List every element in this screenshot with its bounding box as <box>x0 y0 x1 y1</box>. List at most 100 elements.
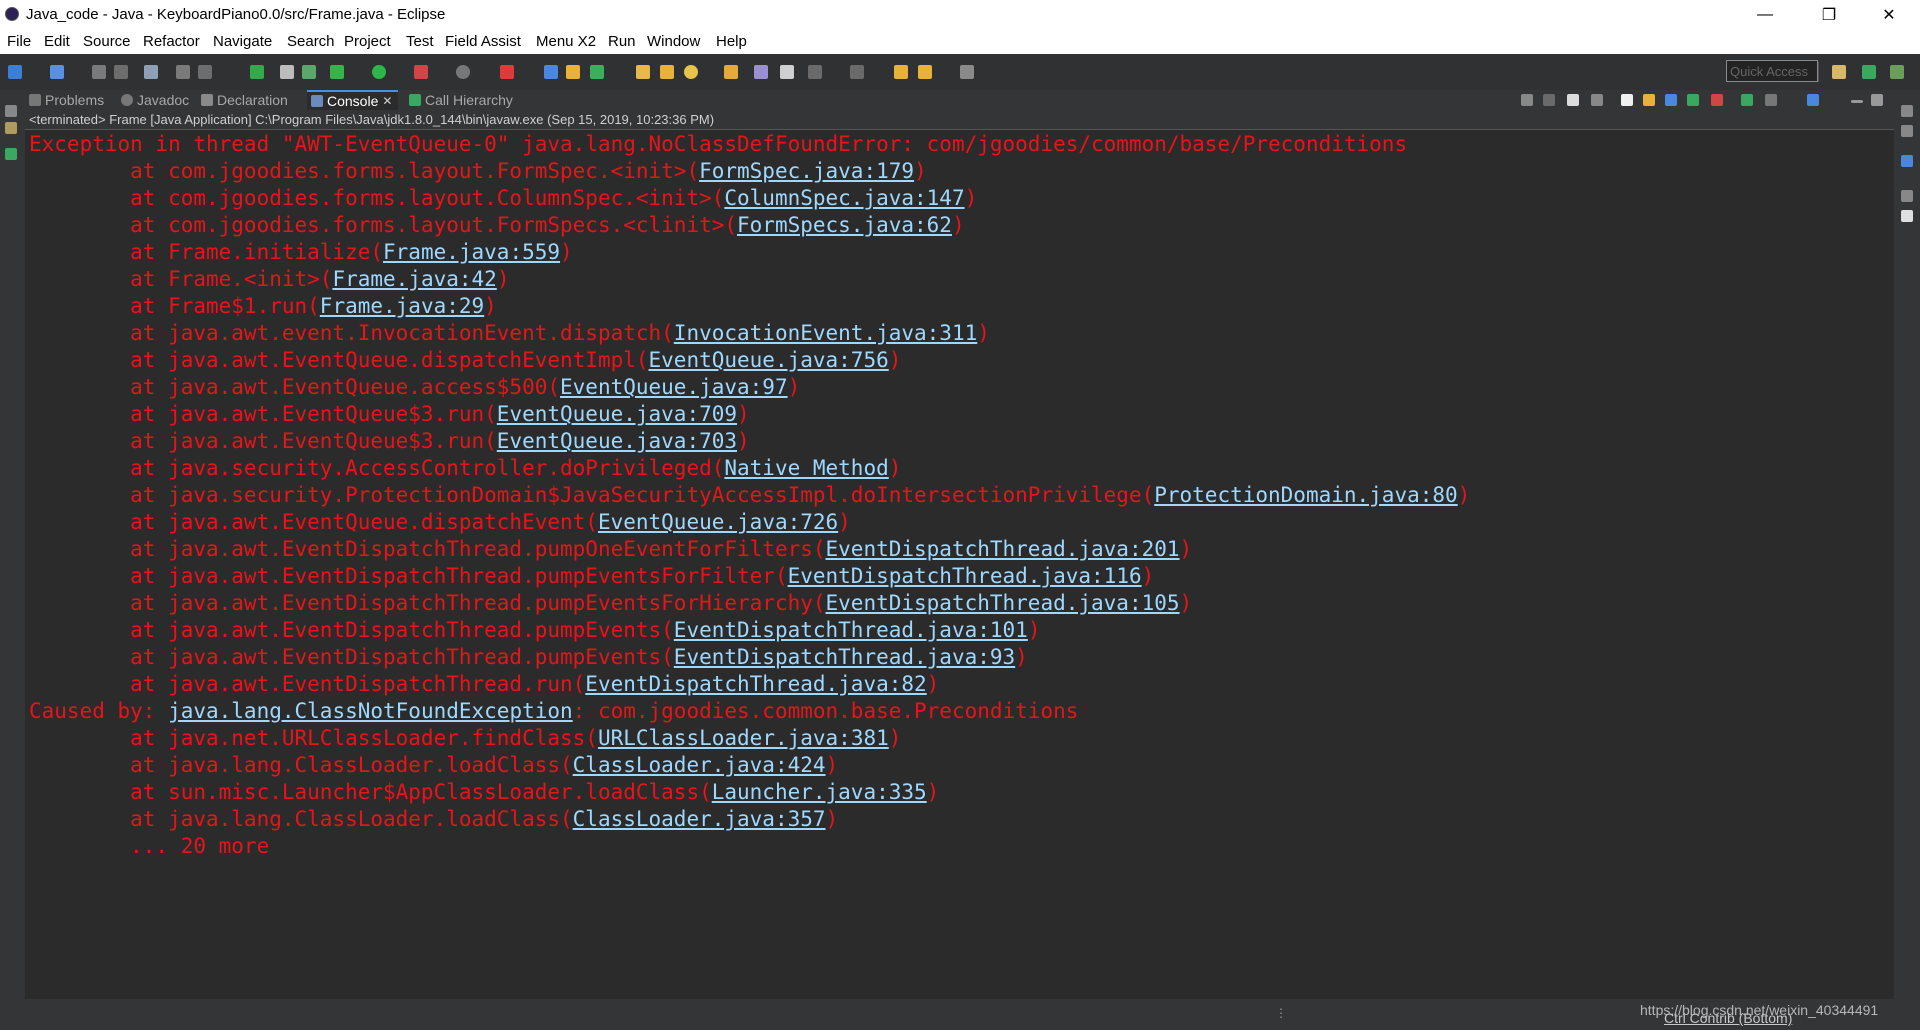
console-line-link[interactable]: EventQueue.java:726 <box>598 510 838 534</box>
toggle-block-icon[interactable] <box>780 65 794 79</box>
open-console-icon[interactable] <box>1807 94 1819 106</box>
tab-declaration[interactable]: Declaration <box>201 92 288 108</box>
last-edit-location-icon[interactable] <box>894 65 908 79</box>
console-line-link[interactable]: Frame.java:42 <box>332 267 496 291</box>
outline-icon[interactable] <box>5 148 17 160</box>
forward-arrow-icon[interactable] <box>960 65 974 79</box>
console-line-link[interactable]: Native Method <box>724 456 888 480</box>
coverage-icon[interactable] <box>414 65 428 79</box>
package-explorer-icon[interactable] <box>5 122 17 134</box>
scroll-lock-icon[interactable] <box>1643 94 1655 106</box>
annotation-icon[interactable] <box>754 65 768 79</box>
restore-second-icon[interactable] <box>1901 190 1913 202</box>
maximize-button[interactable]: ❐ <box>1806 0 1852 30</box>
open-task-icon[interactable] <box>660 65 674 79</box>
console-line-link[interactable]: Frame.java:559 <box>383 240 560 264</box>
console-line-link[interactable]: ColumnSpec.java:147 <box>724 186 964 210</box>
menu-refactor[interactable]: Refactor <box>143 33 200 50</box>
close-window-button[interactable]: ✕ <box>1866 0 1912 30</box>
debug-perspective-icon[interactable] <box>1890 65 1904 79</box>
toggle-mark-icon[interactable] <box>250 65 264 79</box>
console-line-link[interactable]: EventDispatchThread.java:116 <box>788 564 1142 588</box>
tab-problems[interactable]: Problems <box>29 92 104 108</box>
menu-file[interactable]: File <box>7 33 31 50</box>
restore-right-icon[interactable] <box>1901 105 1913 117</box>
save-all-icon[interactable] <box>114 65 128 79</box>
save-icon[interactable] <box>92 65 106 79</box>
run-last-icon[interactable] <box>500 65 514 79</box>
menu-edit[interactable]: Edit <box>44 33 70 50</box>
console-line-link[interactable]: FormSpec.java:179 <box>699 159 914 183</box>
console-line-link[interactable]: EventDispatchThread.java:82 <box>585 672 926 696</box>
console-line-link[interactable]: InvocationEvent.java:311 <box>674 321 977 345</box>
display-console-icon[interactable] <box>1765 94 1777 106</box>
skip-breakpoints-icon[interactable] <box>144 65 158 79</box>
menu-test[interactable]: Test <box>406 33 434 50</box>
close-tab-icon[interactable]: ✕ <box>382 94 392 108</box>
tab-console[interactable]: Console ✕ <box>307 90 399 110</box>
run-icon[interactable] <box>372 65 386 79</box>
menu-search[interactable]: Search <box>287 33 335 50</box>
clear-console-icon[interactable] <box>1621 94 1633 106</box>
console-line-link[interactable]: EventDispatchThread.java:93 <box>674 645 1015 669</box>
word-wrap-icon[interactable] <box>1665 94 1677 106</box>
refresh-icon[interactable] <box>1521 94 1533 106</box>
next-annotation-icon[interactable] <box>808 65 822 79</box>
open-type-icon[interactable] <box>636 65 650 79</box>
remove-all-icon[interactable] <box>1591 94 1603 106</box>
new-java-project-icon[interactable] <box>544 65 558 79</box>
menu-navigate[interactable]: Navigate <box>213 33 272 50</box>
console-line-link[interactable]: ProtectionDomain.java:80 <box>1154 483 1457 507</box>
menu-project[interactable]: Project <box>344 33 391 50</box>
print-icon[interactable] <box>198 65 212 79</box>
minimize-right-icon[interactable] <box>1901 125 1913 137</box>
restore-icon[interactable] <box>5 105 17 117</box>
menu-menu-x2[interactable]: Menu X2 <box>536 33 596 50</box>
console-line-link[interactable]: ClassLoader.java:424 <box>573 753 826 777</box>
search-icon[interactable] <box>684 65 698 79</box>
console-output[interactable]: Exception in thread "AWT-EventQueue-0" j… <box>25 131 1894 999</box>
menu-help[interactable]: Help <box>716 33 747 50</box>
external-tools-icon[interactable] <box>456 65 470 79</box>
java-perspective-icon[interactable] <box>1862 65 1876 79</box>
minimize-button[interactable]: — <box>1742 0 1788 30</box>
console-line-link[interactable]: EventQueue.java:703 <box>497 429 737 453</box>
console-line-link[interactable]: Frame.java:29 <box>320 294 484 318</box>
console-line-link[interactable]: URLClassLoader.java:381 <box>598 726 889 750</box>
open-resource-icon[interactable] <box>724 65 738 79</box>
show-whitespace-icon[interactable] <box>280 65 294 79</box>
console-line-link[interactable]: java.lang.ClassNotFoundException <box>168 699 573 723</box>
show-on-error-icon[interactable] <box>1711 94 1723 106</box>
back-arrow-icon[interactable] <box>918 65 932 79</box>
console-line-link[interactable]: EventQueue.java:97 <box>560 375 788 399</box>
task-list-icon[interactable] <box>1901 210 1913 222</box>
menu-run[interactable]: Run <box>608 33 636 50</box>
new-icon[interactable] <box>8 65 22 79</box>
new-java-package-icon[interactable] <box>566 65 580 79</box>
console-line-link[interactable]: FormSpecs.java:62 <box>737 213 952 237</box>
new-package-icon[interactable] <box>50 65 64 79</box>
console-line-link[interactable]: EventDispatchThread.java:201 <box>826 537 1180 561</box>
menu-window[interactable]: Window <box>647 33 700 50</box>
quick-access-input[interactable]: Quick Access <box>1726 60 1818 82</box>
remove-launch-icon[interactable] <box>1567 94 1579 106</box>
console-line-link[interactable]: EventDispatchThread.java:101 <box>674 618 1028 642</box>
minimize-view-icon[interactable] <box>1851 100 1863 103</box>
open-perspective-button-icon[interactable] <box>1832 65 1846 79</box>
console-line-link[interactable]: EventDispatchThread.java:105 <box>826 591 1180 615</box>
terminate-icon[interactable] <box>1543 94 1555 106</box>
outline-view-icon[interactable] <box>1901 155 1913 167</box>
open-perspective-icon[interactable] <box>302 65 316 79</box>
maximize-view-icon[interactable] <box>1871 94 1883 106</box>
console-line-link[interactable]: EventQueue.java:756 <box>649 348 889 372</box>
console-line-link[interactable]: Launcher.java:335 <box>712 780 927 804</box>
save-disabled-icon[interactable] <box>176 65 190 79</box>
prev-annotation-icon[interactable] <box>850 65 864 79</box>
console-line-link[interactable]: EventQueue.java:709 <box>497 402 737 426</box>
menu-field-assist[interactable]: Field Assist <box>445 33 521 50</box>
tab-call-hierarchy[interactable]: Call Hierarchy <box>409 92 513 108</box>
pin-console-icon[interactable] <box>1741 94 1753 106</box>
menu-source[interactable]: Source <box>83 33 131 50</box>
tab-javadoc[interactable]: Javadoc <box>121 92 189 108</box>
debug-icon[interactable] <box>330 65 344 79</box>
